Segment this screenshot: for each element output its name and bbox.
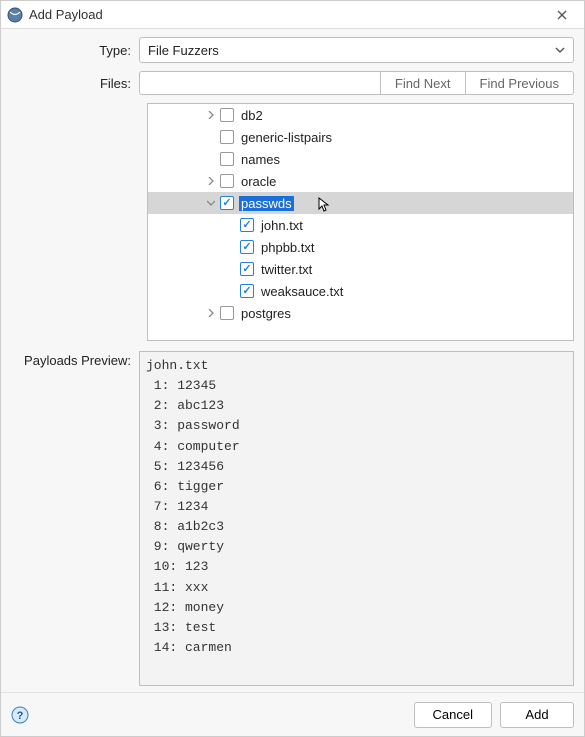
tree-item-label: phpbb.txt — [259, 240, 317, 255]
tree-item[interactable]: weaksauce.txt — [148, 280, 573, 302]
tree-item[interactable]: john.txt — [148, 214, 573, 236]
tree-checkbox[interactable] — [240, 240, 254, 254]
tree-checkbox[interactable] — [220, 306, 234, 320]
tree-item-label: names — [239, 152, 282, 167]
files-label: Files: — [11, 76, 139, 91]
tree-item[interactable]: generic-listpairs — [148, 126, 573, 148]
tree-checkbox[interactable] — [220, 196, 234, 210]
tree-item[interactable]: db2 — [148, 104, 573, 126]
window-title: Add Payload — [29, 7, 546, 22]
find-previous-button[interactable]: Find Previous — [465, 71, 574, 95]
tree-item-label: twitter.txt — [259, 262, 314, 277]
window-close-button[interactable] — [546, 3, 578, 27]
add-button[interactable]: Add — [500, 702, 574, 728]
files-tree[interactable]: db2 generic-listpairs names oracle passwds jo… — [147, 103, 574, 341]
type-row: Type: File Fuzzers — [11, 37, 574, 63]
app-logo-icon — [7, 7, 23, 23]
chevron-right-icon[interactable] — [204, 108, 218, 122]
tree-item-label: postgres — [239, 306, 293, 321]
tree-checkbox[interactable] — [220, 152, 234, 166]
chevron-down-icon[interactable] — [204, 196, 218, 210]
tree-item[interactable]: postgres — [148, 302, 573, 324]
tree-item-label: oracle — [239, 174, 278, 189]
cursor-icon — [318, 197, 332, 216]
titlebar: Add Payload — [1, 1, 584, 29]
dialog-footer: ? Cancel Add — [1, 692, 584, 736]
tree-checkbox[interactable] — [240, 218, 254, 232]
help-button[interactable]: ? — [11, 706, 29, 724]
tree-item-label: john.txt — [259, 218, 305, 233]
preview-row: Payloads Preview: john.txt 1: 12345 2: a… — [11, 351, 574, 686]
cancel-button[interactable]: Cancel — [414, 702, 492, 728]
chevron-right-icon[interactable] — [204, 306, 218, 320]
tree-checkbox[interactable] — [220, 108, 234, 122]
tree-checkbox[interactable] — [240, 284, 254, 298]
tree-item[interactable]: twitter.txt — [148, 258, 573, 280]
tree-item[interactable]: phpbb.txt — [148, 236, 573, 258]
svg-text:?: ? — [17, 710, 24, 722]
preview-label: Payloads Preview: — [11, 351, 139, 368]
type-label: Type: — [11, 43, 139, 58]
add-payload-dialog: Add Payload Type: File Fuzzers Files: Fi… — [0, 0, 585, 737]
tree-checkbox[interactable] — [220, 174, 234, 188]
type-select[interactable]: File Fuzzers — [139, 37, 574, 63]
help-icon: ? — [11, 706, 29, 724]
tree-checkbox[interactable] — [220, 130, 234, 144]
chevron-down-icon — [555, 45, 565, 55]
tree-item-label: db2 — [239, 108, 265, 123]
tree-item-label: passwds — [239, 196, 294, 211]
close-icon — [557, 10, 567, 20]
find-next-button[interactable]: Find Next — [380, 71, 465, 95]
tree-item-label: generic-listpairs — [239, 130, 334, 145]
tree-checkbox[interactable] — [240, 262, 254, 276]
tree-item-label: weaksauce.txt — [259, 284, 345, 299]
tree-item[interactable]: passwds — [148, 192, 573, 214]
payloads-preview[interactable]: john.txt 1: 12345 2: abc123 3: password … — [139, 351, 574, 686]
dialog-content: Type: File Fuzzers Files: Find Next Find… — [1, 29, 584, 692]
chevron-right-icon[interactable] — [204, 174, 218, 188]
files-row: Files: Find Next Find Previous — [11, 71, 574, 95]
type-select-value: File Fuzzers — [148, 43, 219, 58]
tree-item[interactable]: oracle — [148, 170, 573, 192]
tree-item[interactable]: names — [148, 148, 573, 170]
files-search-input[interactable] — [139, 71, 380, 95]
